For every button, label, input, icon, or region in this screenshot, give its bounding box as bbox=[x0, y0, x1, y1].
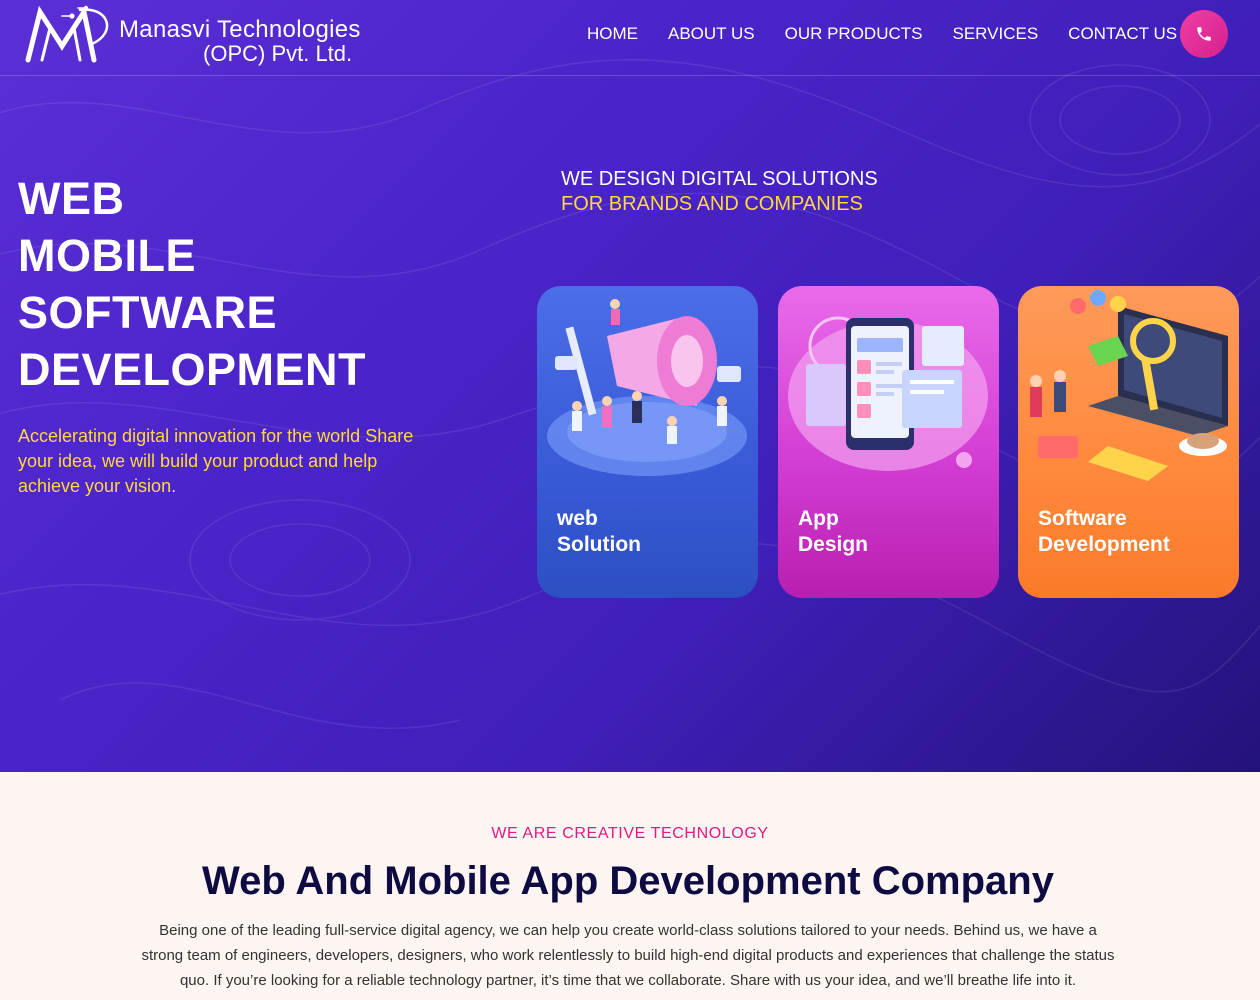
nav-about-us[interactable]: ABOUT US bbox=[653, 24, 770, 44]
logo-text-line2: (OPC) Pvt. Ltd. bbox=[203, 41, 353, 66]
headline-line-software: SOFTWARE bbox=[18, 287, 277, 338]
hero-section: Manasvi Technologies (OPC) Pvt. Ltd. HOM… bbox=[0, 0, 1260, 772]
card-title-line1: Software bbox=[1038, 507, 1127, 530]
subheading-line1: WE DESIGN DIGITAL SOLUTIONS bbox=[561, 168, 878, 190]
headline-line-development: DEVELOPMENT bbox=[18, 344, 367, 395]
site-header: Manasvi Technologies (OPC) Pvt. Ltd. HOM… bbox=[0, 0, 1260, 76]
logo-text-line1: Manasvi Technologies bbox=[119, 16, 361, 43]
company-logo[interactable]: Manasvi Technologies (OPC) Pvt. Ltd. bbox=[22, 2, 372, 68]
main-nav: HOME ABOUT US OUR PRODUCTS SERVICES CONT… bbox=[572, 24, 1192, 44]
card-title-app-design: App Design bbox=[798, 506, 868, 558]
card-title-line2: Solution bbox=[557, 533, 641, 556]
nav-services[interactable]: SERVICES bbox=[938, 24, 1054, 44]
intro-eyebrow: WE ARE CREATIVE TECHNOLOGY bbox=[491, 825, 769, 842]
logo-mark-icon bbox=[25, 5, 109, 63]
card-title-software-development: Software Development bbox=[1038, 506, 1170, 558]
hero-headline: WEB MOBILE SOFTWARE DEVELOPMENT bbox=[18, 170, 366, 398]
headline-line-web: WEB bbox=[18, 173, 125, 224]
card-title-line2: Design bbox=[798, 533, 869, 556]
intro-title: Web And Mobile App Development Company bbox=[202, 859, 1054, 903]
nav-contact-us[interactable]: CONTACT US bbox=[1053, 24, 1192, 44]
card-title-line2: Development bbox=[1038, 533, 1170, 556]
card-title-line1: App bbox=[798, 507, 839, 530]
service-card-web-solution[interactable]: web Solution bbox=[537, 286, 758, 598]
hero-tagline: Accelerating digital innovation for the … bbox=[18, 426, 414, 496]
service-card-software-development[interactable]: Software Development bbox=[1018, 286, 1239, 598]
laptop-illustration-icon bbox=[1030, 290, 1228, 481]
card-title-line1: web bbox=[557, 507, 598, 530]
megaphone-illustration-icon bbox=[547, 299, 747, 476]
nav-our-products[interactable]: OUR PRODUCTS bbox=[770, 24, 938, 44]
card-title-web-solution: web Solution bbox=[557, 506, 641, 558]
service-card-app-design[interactable]: App Design bbox=[778, 286, 999, 598]
nav-home[interactable]: HOME bbox=[572, 24, 653, 44]
intro-section: WE ARE CREATIVE TECHNOLOGY Web And Mobil… bbox=[0, 772, 1260, 1000]
call-button[interactable] bbox=[1180, 10, 1228, 58]
headline-line-mobile: MOBILE bbox=[18, 230, 196, 281]
phone-icon bbox=[1197, 27, 1211, 41]
mobile-app-illustration-icon bbox=[788, 316, 988, 471]
subheading-line2: FOR BRANDS AND COMPANIES bbox=[561, 193, 863, 215]
intro-body: Being one of the leading full-service di… bbox=[141, 922, 1115, 989]
